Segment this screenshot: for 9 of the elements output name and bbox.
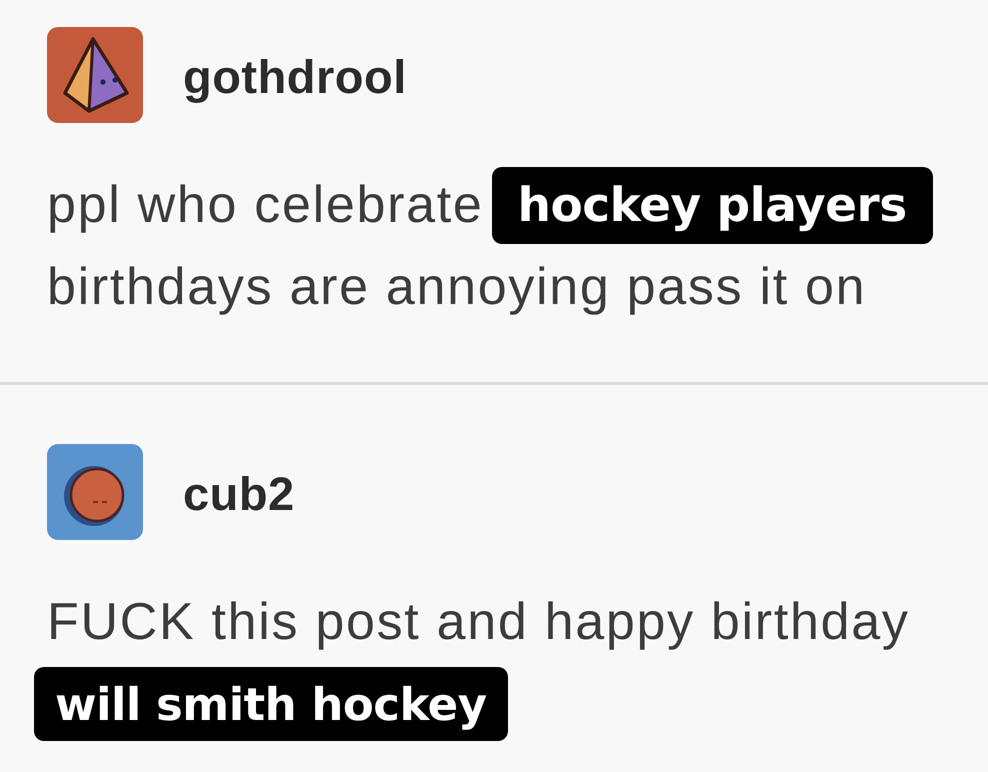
post-text: FUCK this post and happy birthday [47, 596, 910, 648]
pyramid-avatar-icon[interactable] [47, 27, 143, 123]
post-text: birthdays are annoying pass it on [47, 261, 866, 313]
ball-face-avatar-icon[interactable] [47, 444, 143, 540]
highlight-label: hockey players [492, 166, 933, 244]
highlight-label: will smith hockey [34, 667, 508, 741]
username[interactable]: gothdrool [183, 46, 407, 104]
username[interactable]: cub2 [183, 464, 295, 520]
post-text: ppl who celebrate [47, 179, 484, 231]
